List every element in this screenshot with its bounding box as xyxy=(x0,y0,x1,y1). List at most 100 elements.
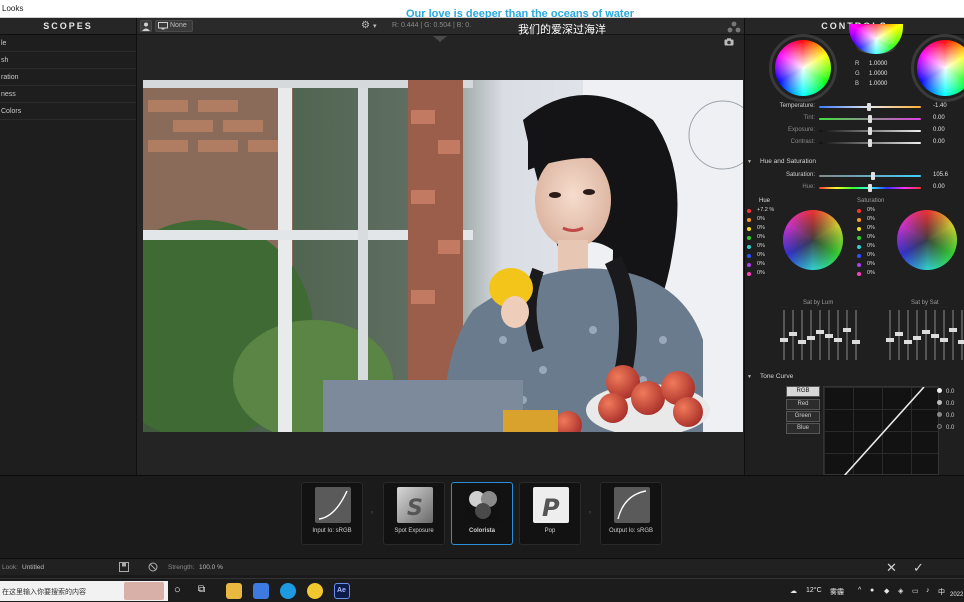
fader-knob[interactable] xyxy=(780,338,788,342)
disable-icon[interactable] xyxy=(148,562,158,572)
fader-knob[interactable] xyxy=(886,338,894,342)
slider-track[interactable] xyxy=(819,115,921,123)
fader[interactable] xyxy=(780,310,788,360)
cortana-icon[interactable]: ○ xyxy=(174,584,181,596)
fader-knob[interactable] xyxy=(931,334,939,338)
tool-spot-exposure[interactable]: S Spot Exposure xyxy=(383,482,445,545)
curve-channel-rgb[interactable]: RGB xyxy=(786,386,820,397)
fader[interactable] xyxy=(922,310,930,360)
shadow-color-wheel[interactable] xyxy=(775,40,831,96)
fader-knob[interactable] xyxy=(940,338,948,342)
hue-sat-row[interactable]: 0% xyxy=(857,233,875,242)
camera-icon[interactable] xyxy=(724,38,734,46)
curve-channel-red[interactable]: Red xyxy=(786,399,820,410)
slider-thumb[interactable] xyxy=(867,103,872,111)
hue-sat-row[interactable]: 0% xyxy=(857,224,875,233)
slider-track[interactable] xyxy=(819,103,921,111)
tool-input-srgb[interactable]: Input Io: sRGB xyxy=(301,482,363,545)
fader-knob[interactable] xyxy=(834,338,842,342)
fader[interactable] xyxy=(789,310,797,360)
curve-channel-blue[interactable]: Blue xyxy=(786,423,820,434)
fader[interactable] xyxy=(807,310,815,360)
photo-preview[interactable] xyxy=(143,80,743,432)
hue-sat-row[interactable]: 0% xyxy=(747,233,774,242)
taskbar-search[interactable]: 在这里输入你要搜索的内容 xyxy=(0,581,168,601)
look-name[interactable]: Untitled xyxy=(22,564,44,571)
slider-track[interactable] xyxy=(819,172,921,180)
hue-sat-row[interactable]: 0% xyxy=(857,206,875,215)
scope-item[interactable]: sh xyxy=(0,52,136,69)
fader-knob[interactable] xyxy=(816,330,824,334)
fader-knob[interactable] xyxy=(807,336,815,340)
tone-curve-section-title[interactable]: Tone Curve xyxy=(747,373,793,380)
task-view-icon[interactable]: ⧉ xyxy=(198,584,205,595)
tool-colorista[interactable]: Colorista xyxy=(451,482,513,545)
fader[interactable] xyxy=(913,310,921,360)
hue-sat-row[interactable]: 0% xyxy=(857,269,875,278)
slider-thumb[interactable] xyxy=(868,184,872,192)
hue-sat-row[interactable]: 0% xyxy=(857,215,875,224)
slider-thumb[interactable] xyxy=(868,139,872,147)
hue-sat-row[interactable]: 0% xyxy=(857,242,875,251)
slider-thumb[interactable] xyxy=(868,127,872,135)
fader-knob[interactable] xyxy=(789,332,797,336)
fader-knob[interactable] xyxy=(913,336,921,340)
fader[interactable] xyxy=(816,310,824,360)
hue-sat-row[interactable]: 0% xyxy=(747,251,774,260)
fader-knob[interactable] xyxy=(958,340,964,344)
hue-sat-row[interactable]: 0% xyxy=(747,260,774,269)
security-icon[interactable]: ◈ xyxy=(898,587,903,595)
hue-sat-row[interactable]: +7.2 % xyxy=(747,206,774,215)
file-explorer-icon[interactable] xyxy=(226,583,242,599)
fader[interactable] xyxy=(940,310,948,360)
fader[interactable] xyxy=(843,310,851,360)
clock-date[interactable]: 2022 xyxy=(950,592,963,598)
after-effects-icon[interactable]: Ae xyxy=(334,583,350,599)
fader[interactable] xyxy=(904,310,912,360)
volume-icon[interactable]: ♪ xyxy=(926,587,930,594)
slider-thumb[interactable] xyxy=(870,172,875,180)
fader-knob[interactable] xyxy=(904,340,912,344)
curve-channel-green[interactable]: Green xyxy=(786,411,820,422)
hue-wheel[interactable] xyxy=(783,210,843,270)
fader-knob[interactable] xyxy=(852,340,860,344)
fader[interactable] xyxy=(931,310,939,360)
slider-thumb[interactable] xyxy=(868,115,872,123)
fader[interactable] xyxy=(895,310,903,360)
slider-track[interactable] xyxy=(819,139,921,147)
tool-output-srgb[interactable]: Output Io: sRGB xyxy=(600,482,662,545)
hue-sat-row[interactable]: 0% xyxy=(747,215,774,224)
weather-desc[interactable]: 雾霾 xyxy=(830,587,844,597)
hue-sat-row[interactable]: 0% xyxy=(857,260,875,269)
fader[interactable] xyxy=(958,310,964,360)
hue-sat-row[interactable]: 0% xyxy=(857,251,875,260)
store-icon[interactable] xyxy=(253,583,269,599)
fader[interactable] xyxy=(886,310,894,360)
fader[interactable] xyxy=(834,310,842,360)
scope-item[interactable]: ness xyxy=(0,86,136,103)
app-icon[interactable] xyxy=(307,583,323,599)
apply-check-icon[interactable]: ✓ xyxy=(913,560,924,576)
tray-app-icon[interactable]: ◆ xyxy=(884,587,889,595)
tray-overflow-icon[interactable]: ^ xyxy=(858,587,861,594)
tone-curve-graph[interactable] xyxy=(823,386,939,475)
fader[interactable] xyxy=(798,310,806,360)
hue-sat-section-title[interactable]: Hue and Saturation xyxy=(747,158,816,165)
weather-icon[interactable]: ☁ xyxy=(790,587,797,595)
fader[interactable] xyxy=(825,310,833,360)
fader-knob[interactable] xyxy=(922,330,930,334)
cancel-icon[interactable]: ✕ xyxy=(886,560,897,576)
network-icon[interactable]: ▭ xyxy=(912,587,919,595)
strength-value[interactable]: 100.0 % xyxy=(199,564,223,571)
hue-sat-row[interactable]: 0% xyxy=(747,269,774,278)
save-look-icon[interactable] xyxy=(119,562,129,572)
fader-knob[interactable] xyxy=(825,334,833,338)
fader[interactable] xyxy=(852,310,860,360)
fader-knob[interactable] xyxy=(895,332,903,336)
hue-sat-row[interactable]: 0% xyxy=(747,224,774,233)
slider-track[interactable] xyxy=(819,127,921,135)
mic-icon[interactable]: ● xyxy=(870,587,874,594)
weather-temp[interactable]: 12°C xyxy=(806,587,822,594)
slider-track[interactable] xyxy=(819,184,921,192)
saturation-wheel[interactable] xyxy=(897,210,957,270)
